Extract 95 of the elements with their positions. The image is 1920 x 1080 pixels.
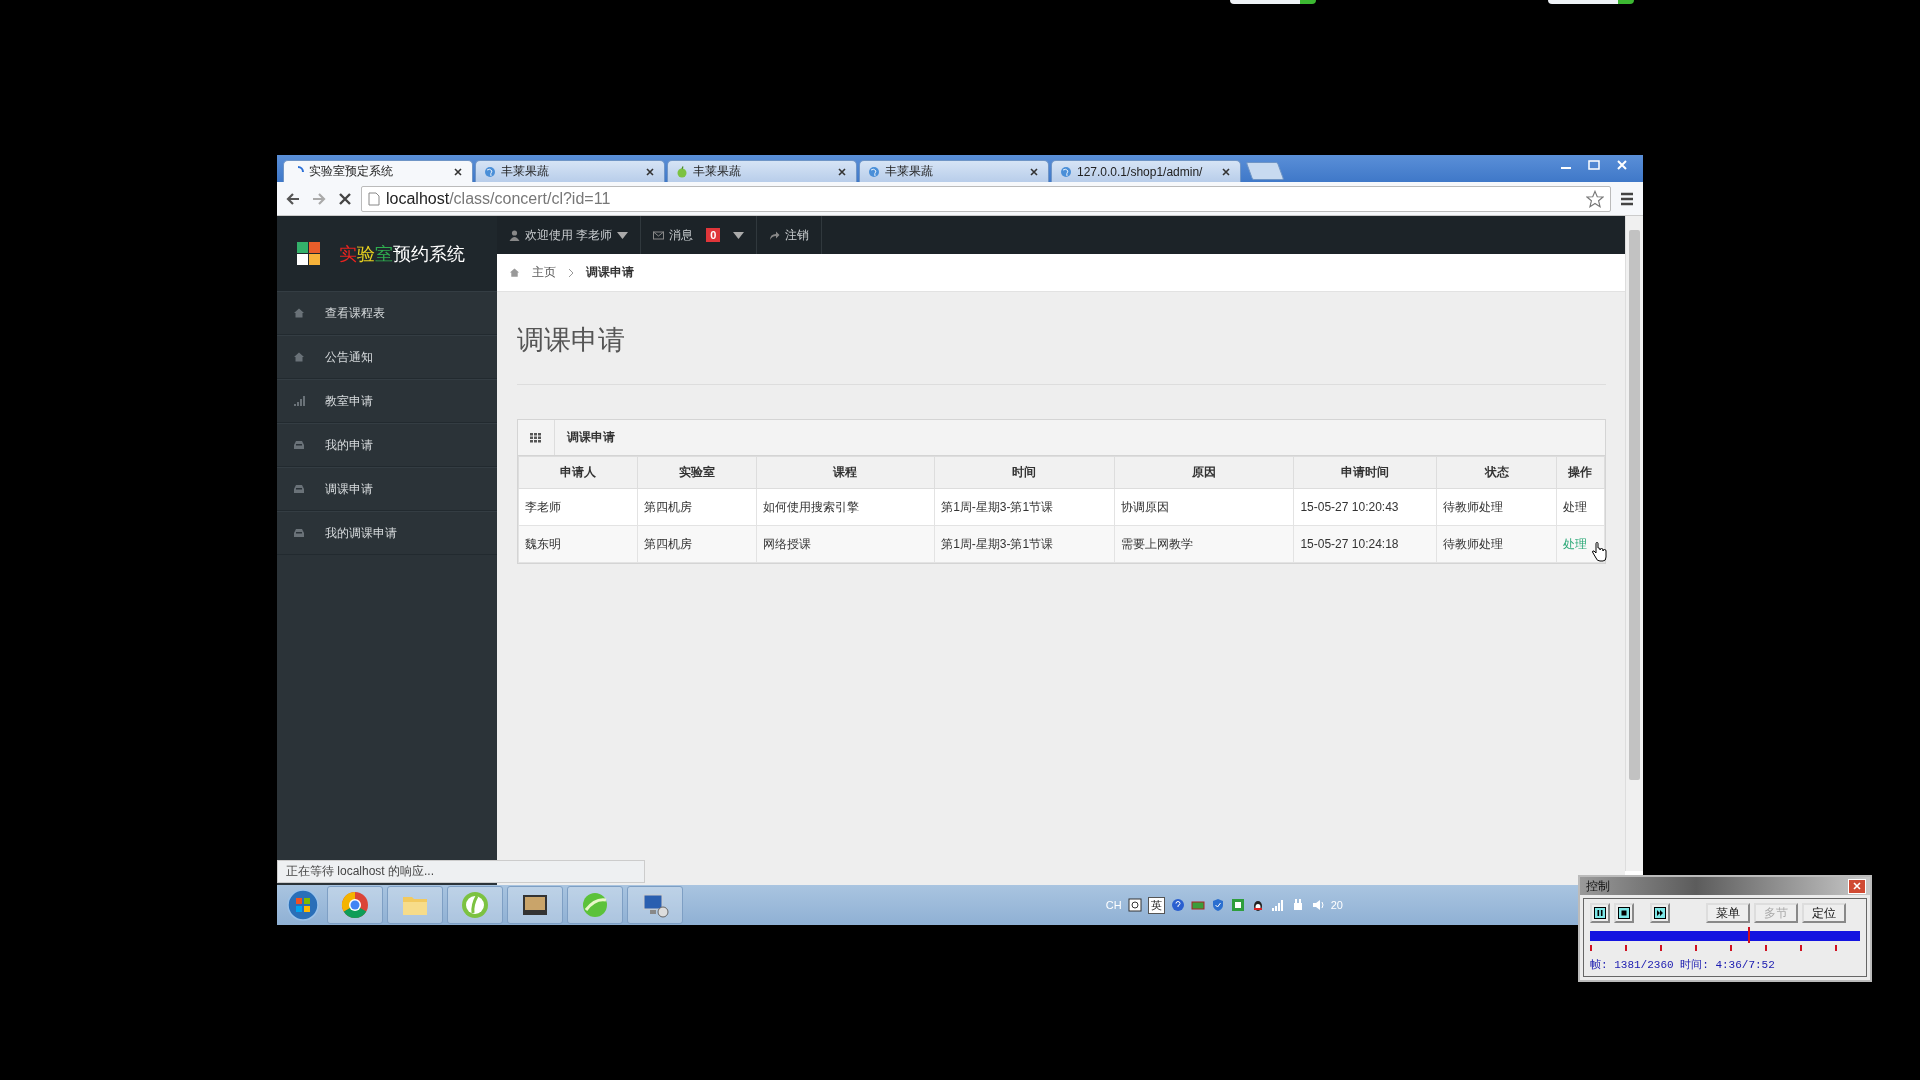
table-cell: 第1周-星期3-第1节课	[934, 488, 1115, 526]
table-cell: 如何使用搜索引擎	[756, 488, 935, 526]
inbox-icon	[293, 527, 305, 539]
table-cell: 第四机房	[637, 525, 757, 563]
progress-marker[interactable]	[1747, 927, 1750, 943]
close-icon[interactable]	[644, 165, 656, 178]
process-link[interactable]: 处理	[1563, 499, 1587, 514]
column-header: 原因	[1114, 456, 1294, 489]
app-title: 实验室预约系统	[339, 242, 465, 266]
page-title: 调课申请	[517, 324, 626, 357]
column-header: 操作	[1556, 456, 1605, 489]
table-cell: 李老师	[518, 488, 638, 526]
status-bubble: 正在等待 localhost 的响应...	[277, 860, 645, 883]
apple-icon	[676, 165, 688, 178]
message-count: 0	[706, 228, 721, 242]
caret-icon	[617, 229, 629, 241]
home-icon	[293, 307, 305, 319]
column-header: 时间	[934, 456, 1115, 489]
sidebar-item[interactable]: 查看课程表	[277, 291, 497, 335]
fast-forward-icon	[1654, 907, 1666, 919]
fast-forward-button[interactable]	[1650, 903, 1670, 923]
shield-icon[interactable]	[1210, 898, 1225, 912]
address-bar[interactable]: localhost/class/concert/cl?id=11	[361, 185, 1611, 212]
stop-icon	[1618, 907, 1630, 919]
chevron-icon	[568, 267, 574, 278]
home-icon	[509, 267, 520, 278]
signal-bars-icon	[293, 395, 305, 407]
share-arrow-icon	[769, 229, 781, 241]
pause-button[interactable]	[1590, 903, 1610, 923]
scrollbar[interactable]	[1625, 216, 1643, 871]
ball-icon	[580, 890, 610, 920]
browser-tab[interactable]: 丰莱果蔬	[667, 160, 857, 182]
sidebar-item[interactable]: 我的调课申请	[277, 511, 497, 555]
home-icon	[293, 351, 305, 363]
chrome-browser-icon	[340, 890, 370, 920]
keyboard-icon[interactable]	[1127, 898, 1142, 912]
close-icon[interactable]	[1220, 165, 1232, 178]
letter-d-logo-icon	[460, 890, 490, 920]
table-cell: 协调原因	[1114, 488, 1294, 526]
sidebar-item[interactable]: 公告通知	[277, 335, 497, 379]
taskbar-app[interactable]	[507, 886, 563, 924]
browser-tab[interactable]: 实验室预定系统	[283, 160, 473, 182]
column-header: 申请人	[518, 456, 638, 489]
column-header: 课程	[756, 456, 935, 489]
column-header: 申请时间	[1293, 456, 1437, 489]
close-icon	[1853, 882, 1861, 890]
caret-icon	[733, 229, 745, 241]
close-icon[interactable]	[836, 165, 848, 178]
globe-icon	[868, 165, 880, 178]
table-cell: 15-05-27 10:24:18	[1293, 525, 1437, 563]
grid-icon	[530, 432, 542, 443]
breadcrumb-current: 调课申请	[586, 264, 634, 281]
network-card-icon[interactable]	[1190, 898, 1205, 912]
new-tab-button[interactable]	[1245, 162, 1285, 180]
recorder-button[interactable]: 菜单	[1706, 903, 1750, 923]
table-cell: 魏东明	[518, 525, 638, 563]
table-cell: 第四机房	[637, 488, 757, 526]
stop-button[interactable]	[1614, 903, 1634, 923]
table-cell: 待教师处理	[1436, 525, 1557, 563]
sidebar-item[interactable]: 调课申请	[277, 467, 497, 511]
table-cell: 待教师处理	[1436, 488, 1557, 526]
browser-tab[interactable]: 丰莱果蔬	[475, 160, 665, 182]
globe-icon	[1060, 165, 1072, 178]
frame-time-readout: 帧: 1381/2360 时间: 4:36/7:52	[1590, 958, 1776, 972]
breadcrumb-link[interactable]: 主页	[532, 264, 556, 281]
close-icon[interactable]	[452, 165, 464, 178]
browser-tab[interactable]: 丰莱果蔬	[859, 160, 1049, 182]
windows-orb-icon	[286, 888, 320, 922]
column-header: 实验室	[637, 456, 757, 489]
taskbar-app[interactable]	[627, 886, 683, 924]
close-button[interactable]	[1848, 878, 1866, 894]
table-cell: 15-05-27 10:20:43	[1293, 488, 1437, 526]
envelope-icon	[653, 229, 665, 241]
logo-icon	[297, 241, 321, 266]
recorder-button[interactable]: 定位	[1802, 903, 1846, 923]
column-header: 状态	[1436, 456, 1557, 489]
help-icon[interactable]	[1170, 898, 1185, 912]
ime-mode-indicator[interactable]: 英	[1147, 896, 1165, 914]
table-cell: 第1周-星期3-第1节课	[934, 525, 1115, 563]
sidebar-item[interactable]: 我的申请	[277, 423, 497, 467]
page-icon	[368, 191, 380, 206]
table-cell: 网络授课	[756, 525, 935, 563]
globe-icon	[484, 165, 496, 178]
star-icon[interactable]	[1586, 189, 1604, 208]
inbox-icon	[293, 483, 305, 495]
table-cell: 需要上网教学	[1114, 525, 1294, 563]
browser-tab[interactable]: 127.0.0.1/shop1/admin/	[1051, 160, 1241, 182]
sidebar-item[interactable]: 教室申请	[277, 379, 497, 423]
user-icon	[509, 229, 520, 241]
inbox-icon	[293, 439, 305, 451]
panel-title: 调课申请	[566, 429, 615, 446]
square-app-icon[interactable]	[1230, 898, 1245, 912]
window-title: 控制	[1586, 877, 1610, 895]
close-icon[interactable]	[1028, 165, 1040, 178]
pause-icon	[1594, 907, 1606, 919]
